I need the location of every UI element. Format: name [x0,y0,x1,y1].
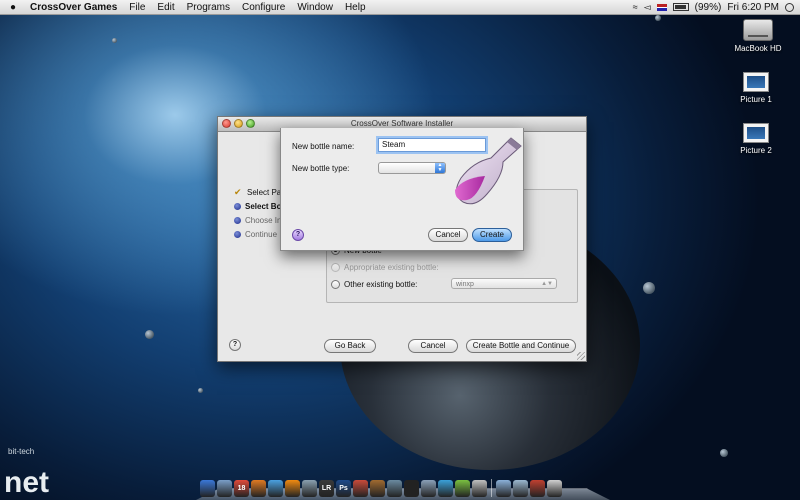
other-existing-bottle-select[interactable]: winxp ▲▼ [451,278,557,289]
battery-percent: (99%) [694,1,722,13]
appropriate-existing-radio [331,263,340,272]
clock[interactable]: Fri 6:20 PM [727,2,779,13]
dock: 18 LR Ps [196,473,610,500]
dock-app-9-icon[interactable] [353,480,368,497]
desktop-icon-label: MacBook HD [734,44,782,53]
dock-downloads-icon[interactable] [513,480,528,497]
sheet-cancel-button[interactable]: Cancel [428,228,468,242]
dock-documents-icon[interactable] [496,480,511,497]
dock-safari-icon[interactable] [268,480,283,497]
sheet-create-button[interactable]: Create [472,228,512,242]
dock-terminal-icon[interactable] [404,480,419,497]
zoom-button[interactable] [246,119,255,128]
apple-menu-icon[interactable]: ● [0,2,24,13]
dock-app-14-icon[interactable] [438,480,453,497]
dock-preview-icon[interactable] [302,480,317,497]
app-menu[interactable]: CrossOver Games [24,2,123,13]
step-bullet-icon [234,230,241,238]
minimize-button[interactable] [234,119,243,128]
dock-ical-icon[interactable]: 18 [234,480,249,497]
moon-decoration [112,38,117,43]
other-existing-radio[interactable] [331,280,340,289]
dock-finder-icon[interactable] [200,480,215,497]
dock-mail-icon[interactable] [217,480,232,497]
desktop-icon-label: Picture 1 [740,95,772,104]
updown-arrows-icon: ▲▼ [541,281,553,287]
menu-configure[interactable]: Configure [236,2,291,13]
dock-app-11-icon[interactable] [387,480,402,497]
dock-app-10-icon[interactable] [370,480,385,497]
help-button[interactable]: ? [229,339,241,351]
dock-app-stack-icon[interactable] [530,480,545,497]
go-back-button[interactable]: Go Back [324,339,376,353]
wine-bottle-icon [455,137,522,205]
dock-lightroom-icon[interactable]: LR [319,480,334,497]
menu-help[interactable]: Help [339,2,372,13]
moon-decoration [198,388,203,393]
new-bottle-sheet: New bottle name: Steam New bottle type: … [280,128,524,251]
resize-grip[interactable] [577,352,585,360]
desktop-icon-macbook-hd[interactable]: MacBook HD [718,19,798,53]
option-label: Other existing bottle: [344,280,418,289]
picture-file-icon [743,72,769,92]
bottle-type-select[interactable]: ▲ ▼ [378,162,446,174]
dock-app-15-icon[interactable] [455,480,470,497]
moon-decoration [145,330,154,339]
desktop-icon-picture-2[interactable]: Picture 2 [716,123,796,155]
moon-decoration [720,449,728,457]
menu-programs[interactable]: Programs [181,2,236,13]
step-bullet-icon [234,216,241,224]
create-bottle-continue-button[interactable]: Create Bottle and Continue [466,339,576,353]
step-bullet-icon [234,202,241,210]
moon-decoration [643,282,655,294]
picture-file-icon [743,123,769,143]
moon-decoration [655,15,661,21]
window-title: CrossOver Software Installer [350,119,454,128]
cancel-button[interactable]: Cancel [408,339,458,353]
other-existing-option[interactable]: Other existing bottle: [331,280,417,289]
dock-photoshop-icon[interactable]: Ps [336,480,351,497]
sheet-help-button[interactable]: ? [292,229,304,241]
checkmark-icon: ✔ [234,186,242,197]
desktop-icon-picture-1[interactable]: Picture 1 [716,72,796,104]
spotlight-icon[interactable] [785,2,794,12]
dock-firefox-icon[interactable] [251,480,266,497]
watermark-bottom-text: net [4,466,49,498]
menu-edit[interactable]: Edit [151,2,180,13]
volume-icon[interactable]: ◅ [644,2,651,13]
battery-icon[interactable] [672,3,689,11]
input-flag-icon[interactable] [656,3,667,11]
select-value: winxp [456,281,474,288]
bit-tech-watermark-logo: bit-tech net [4,447,49,498]
bottle-name-label: New bottle name: [292,142,355,151]
menu-bar: ● CrossOver Games File Edit Programs Con… [0,0,800,15]
close-button[interactable] [222,119,231,128]
dock-separator [491,479,492,497]
step-label: Continue [245,229,278,239]
dock-trash-icon[interactable] [547,480,562,497]
wifi-icon[interactable]: ≈ [633,2,638,12]
bottle-type-label: New bottle type: [292,164,350,173]
appropriate-existing-option: Appropriate existing bottle: [331,263,439,272]
watermark-top-text: bit-tech [8,447,34,456]
menu-file[interactable]: File [123,2,151,13]
dock-app-16-icon[interactable] [472,480,487,497]
dock-icons: 18 LR Ps [200,479,606,497]
dock-vlc-icon[interactable] [285,480,300,497]
hard-drive-icon [743,19,773,41]
option-label: Appropriate existing bottle: [344,263,439,272]
dock-app-13-icon[interactable] [421,480,436,497]
menu-window[interactable]: Window [291,2,339,13]
desktop-icon-label: Picture 2 [740,146,772,155]
